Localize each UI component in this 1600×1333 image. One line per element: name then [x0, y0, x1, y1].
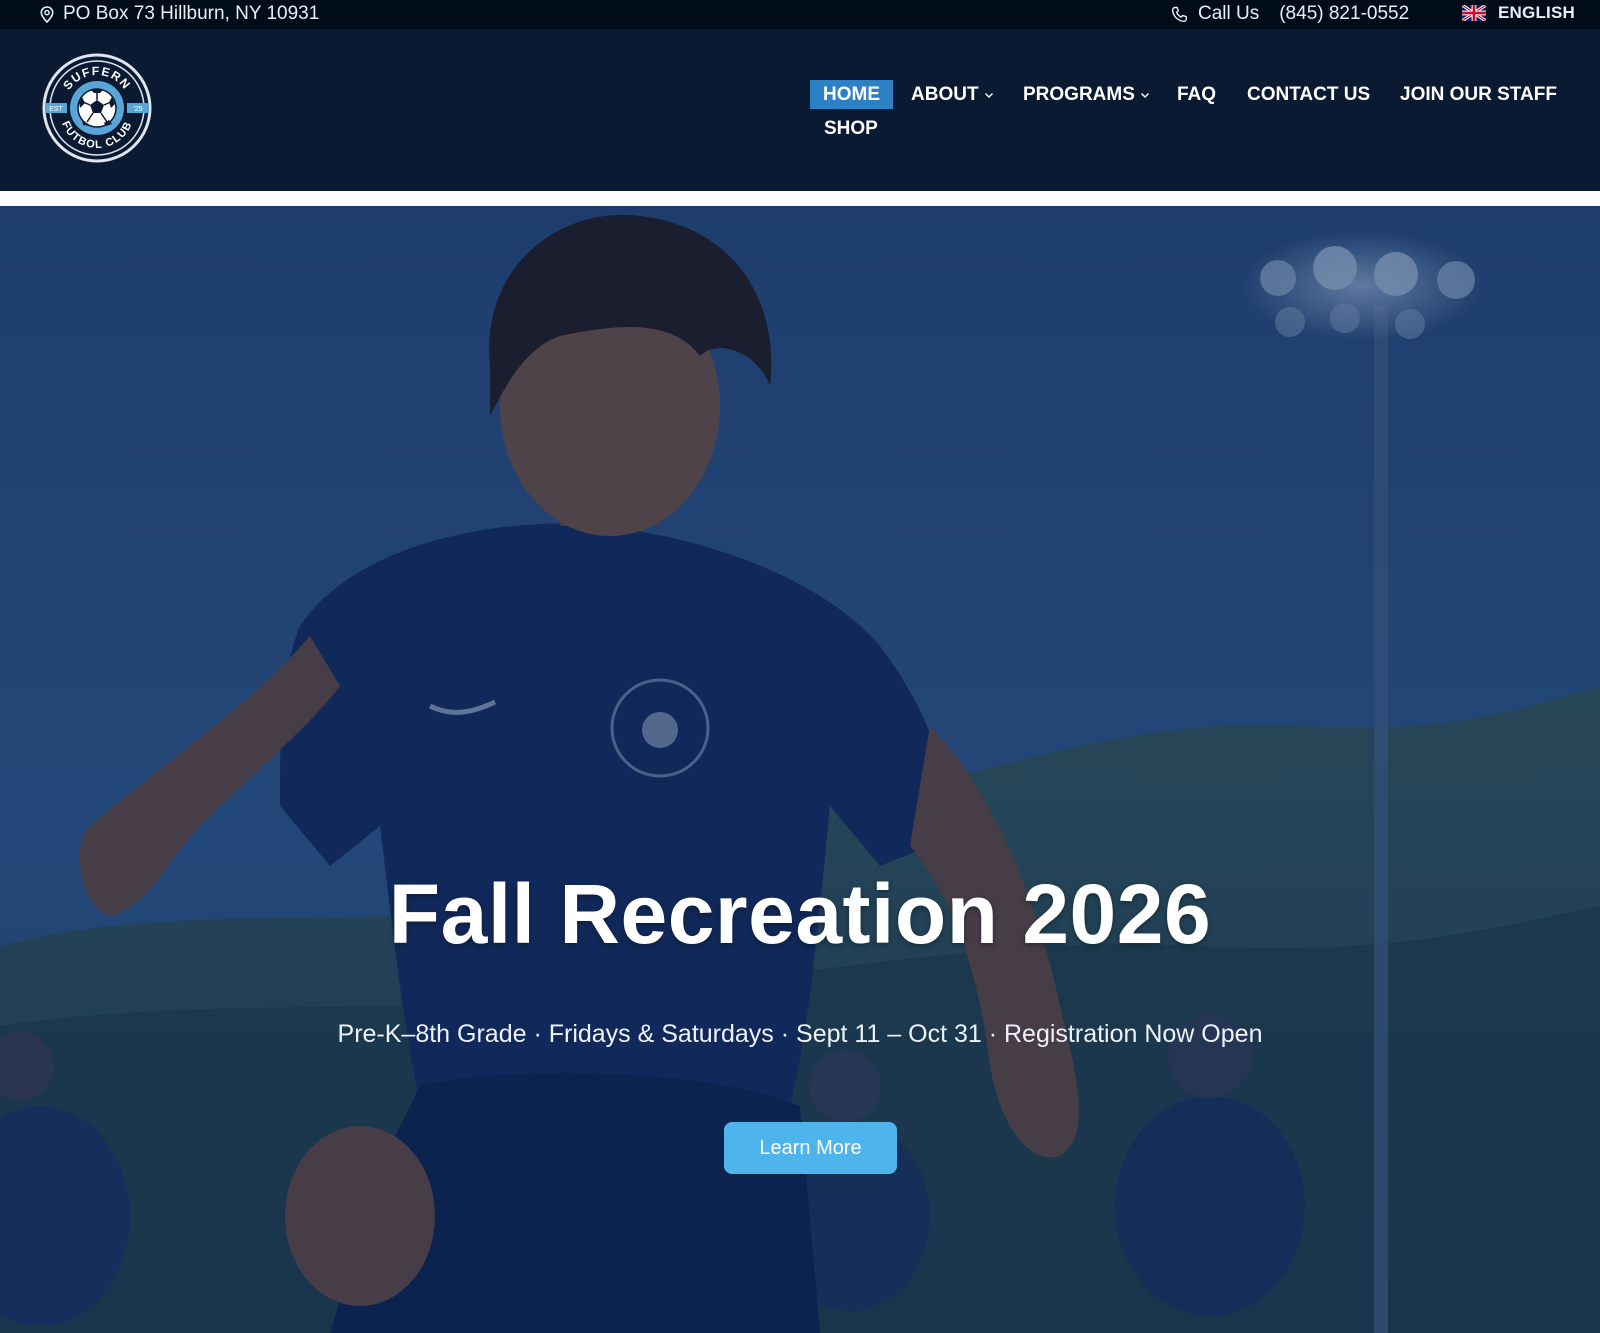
hero-section: Fall Recreation 2026 Pre-K–8th Grade · F…: [0, 206, 1600, 1333]
chevron-down-icon: [1140, 92, 1149, 98]
map-pin-icon: [40, 5, 54, 23]
hero-title: Fall Recreation 2026: [388, 867, 1212, 961]
language-label: ENGLISH: [1498, 3, 1575, 22]
nav-programs[interactable]: PROGRAMS: [1023, 80, 1150, 109]
nav-contact-us-label: CONTACT US: [1247, 84, 1371, 105]
uk-flag-icon: [1462, 5, 1486, 21]
hero-subtitle: Pre-K–8th Grade · Fridays & Saturdays · …: [337, 1020, 1263, 1048]
nav-join-our-staff-label: JOIN OUR STAFF: [1400, 84, 1557, 105]
header-divider: [0, 191, 1600, 206]
nav-home[interactable]: HOME: [810, 80, 893, 109]
address-text: PO Box 73 Hillburn, NY 10931: [63, 3, 320, 24]
phone-number[interactable]: (845) 821-0552: [1279, 3, 1409, 25]
nav-faq-label: FAQ: [1177, 84, 1217, 105]
call-us-label: Call Us: [1198, 3, 1260, 24]
club-logo[interactable]: SUFFERN FUTBOL CLUB EST '25: [42, 53, 152, 163]
nav-join-our-staff[interactable]: JOIN OUR STAFF: [1400, 80, 1557, 109]
nav-faq[interactable]: FAQ: [1177, 80, 1216, 109]
language-selector[interactable]: ENGLISH: [1462, 3, 1575, 23]
top-utility-bar: PO Box 73 Hillburn, NY 10931 Call Us (84…: [0, 0, 1600, 29]
nav-about-label: ABOUT: [911, 84, 979, 105]
call-us[interactable]: Call Us (845) 821-0552: [1171, 3, 1409, 25]
logo-year: '25: [133, 106, 142, 113]
address: PO Box 73 Hillburn, NY 10931: [40, 3, 319, 25]
nav-shop-label: SHOP: [824, 118, 878, 139]
nav-programs-label: PROGRAMS: [1023, 84, 1135, 105]
nav-shop[interactable]: SHOP: [824, 114, 878, 143]
site-header: SUFFERN FUTBOL CLUB EST '25 HOME ABOUT P…: [0, 29, 1600, 191]
nav-about[interactable]: ABOUT: [911, 80, 994, 109]
nav-home-label: HOME: [823, 84, 880, 105]
learn-more-button[interactable]: Learn More: [724, 1122, 897, 1174]
chevron-down-icon: [984, 92, 993, 98]
phone-icon: [1171, 6, 1187, 22]
nav-contact-us[interactable]: CONTACT US: [1247, 80, 1370, 109]
logo-est: EST: [49, 106, 63, 113]
